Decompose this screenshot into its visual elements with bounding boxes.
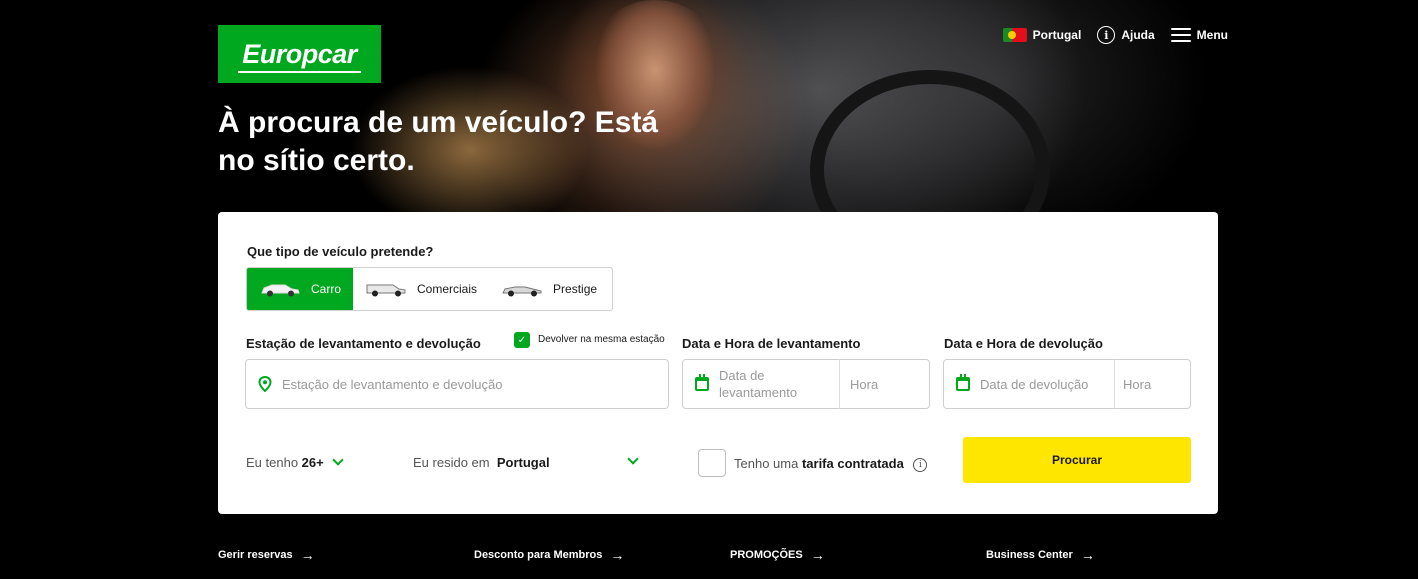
age-prefix: Eu tenho [246, 455, 299, 470]
age-value: 26+ [301, 455, 324, 470]
member-discount-label: Desconto para Membros [474, 549, 603, 561]
promotions-label: PROMOÇÕES [730, 549, 803, 561]
same-station-checkbox[interactable]: ✓ [514, 332, 530, 348]
portugal-flag-icon [1002, 28, 1027, 42]
contract-rate-bold: tarifa contratada [801, 456, 904, 471]
station-input[interactable]: Estação de levantamento e devolução [245, 359, 669, 409]
hamburger-icon [1170, 28, 1191, 42]
help-label: Ajuda [1121, 28, 1155, 42]
vehicle-type-car[interactable]: Carro [247, 268, 353, 310]
europcar-logo[interactable]: Europcar [218, 25, 381, 83]
chevron-down-icon[interactable] [627, 453, 639, 465]
car-icon [259, 281, 301, 297]
age-selector[interactable]: Eu tenho 26+ [246, 454, 345, 470]
prestige-car-icon [501, 281, 543, 297]
info-icon[interactable]: i [913, 457, 928, 472]
station-label: Estação de levantamento e devolução [246, 336, 481, 351]
pickup-date-placeholder[interactable]: Data de levantamento [719, 367, 839, 401]
business-center-link[interactable]: Business Center → [986, 547, 1095, 563]
country-selector[interactable]: Portugal [1002, 28, 1082, 42]
manage-bookings-link[interactable]: Gerir reservas → [218, 547, 315, 563]
arrow-right-icon: → [1080, 547, 1095, 563]
search-panel: Que tipo de veículo pretende? Carro Come… [218, 212, 1218, 514]
vehicle-type-prestige-label: Prestige [553, 282, 598, 296]
logo-underline [238, 71, 361, 73]
vehicle-type-question: Que tipo de veículo pretende? [247, 244, 434, 259]
return-datetime-input[interactable]: Data de devolução Hora [943, 359, 1191, 409]
return-label: Data e Hora de devolução [944, 336, 1103, 351]
member-discount-link[interactable]: Desconto para Membros → [474, 547, 624, 563]
pickup-hour-placeholder[interactable]: Hora [840, 377, 878, 392]
vehicle-type-commercial[interactable]: Comerciais [353, 268, 489, 310]
residence-prefix: Eu resido em [413, 455, 490, 470]
menu-button[interactable]: Menu [1170, 28, 1228, 42]
top-navigation: Portugal i Ajuda Menu [1002, 26, 1228, 44]
country-label: Portugal [1032, 28, 1082, 42]
contract-rate-checkbox[interactable] [698, 449, 726, 477]
contract-rate-prefix: Tenho uma [734, 456, 799, 471]
pickup-datetime-input[interactable]: Data de levantamento Hora [682, 359, 930, 409]
vehicle-type-selector: Carro Comerciais Prestige [246, 267, 613, 311]
contract-rate-label: Tenho uma tarifa contratada i [734, 456, 928, 472]
same-station-label: Devolver na mesma estação [538, 334, 665, 345]
arrow-right-icon: → [810, 547, 825, 563]
vehicle-type-car-label: Carro [311, 282, 342, 296]
calendar-icon [956, 374, 970, 391]
info-icon: i [1097, 26, 1116, 44]
business-center-label: Business Center [986, 549, 1073, 561]
menu-label: Menu [1196, 28, 1228, 42]
promotions-link[interactable]: PROMOÇÕES → [730, 547, 825, 563]
location-pin-icon [258, 376, 272, 392]
hero-title: À procura de um veículo? Está no sítio c… [218, 106, 659, 177]
station-input-placeholder: Estação de levantamento e devolução [282, 376, 503, 392]
return-hour-placeholder[interactable]: Hora [1115, 377, 1151, 392]
manage-bookings-label: Gerir reservas [218, 549, 293, 561]
calendar-icon [695, 374, 709, 391]
logo-text: Europcar [242, 38, 357, 69]
van-icon [365, 281, 407, 297]
chevron-down-icon [332, 454, 345, 466]
help-link[interactable]: i Ajuda [1097, 26, 1155, 44]
pickup-label: Data e Hora de levantamento [682, 336, 861, 351]
vehicle-type-prestige[interactable]: Prestige [489, 268, 609, 310]
search-button[interactable]: Procurar [963, 437, 1191, 483]
arrow-right-icon: → [610, 547, 625, 563]
vehicle-type-commercial-label: Comerciais [417, 282, 478, 296]
return-date-placeholder[interactable]: Data de devolução [980, 377, 1114, 392]
residence-selector[interactable]: Eu resido em Portugal [413, 455, 550, 470]
residence-value: Portugal [496, 455, 550, 470]
arrow-right-icon: → [300, 547, 315, 563]
